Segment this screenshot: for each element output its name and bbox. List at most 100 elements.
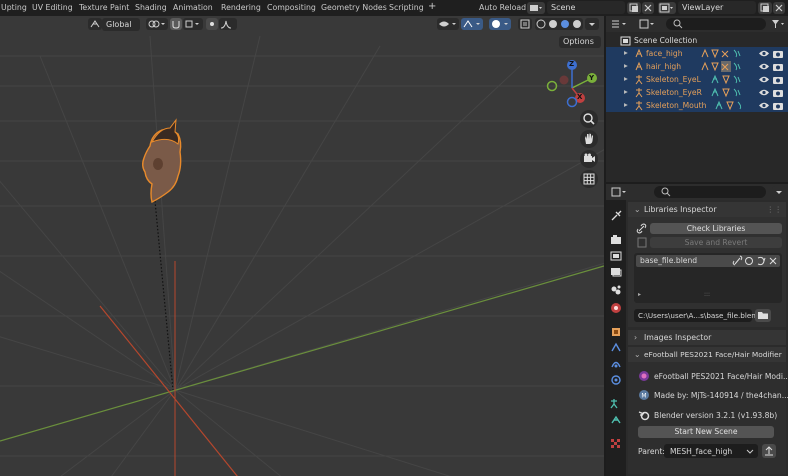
render-tab-icon[interactable] <box>609 234 623 246</box>
view-layer-tab-icon[interactable] <box>609 266 623 278</box>
scene-selector-icon[interactable] <box>527 2 545 14</box>
visibility-dropdown-icon[interactable] <box>437 18 459 30</box>
outliner-item-skeleton-eyel[interactable]: ▸ Skeleton_EyeL <box>606 73 788 86</box>
tool-tab-icon[interactable] <box>609 210 623 222</box>
editor-type-icon[interactable] <box>610 18 628 30</box>
delete-view-layer-icon[interactable] <box>773 2 785 14</box>
chevron-down-icon <box>746 449 754 454</box>
overlay-toggle-icon[interactable] <box>489 18 511 30</box>
armature-icon <box>635 48 643 58</box>
pan-hand-icon[interactable] <box>580 130 598 148</box>
transform-orientation-dropdown[interactable]: Global <box>102 18 140 31</box>
head-mesh[interactable] <box>142 118 182 204</box>
scene-name-field[interactable]: Scene <box>547 1 625 14</box>
filter-icon[interactable] <box>770 18 786 30</box>
start-new-scene-button[interactable]: Start New Scene <box>638 426 774 438</box>
library-actions-icons[interactable] <box>732 255 780 267</box>
search-icon <box>661 187 671 197</box>
properties-editor-type-icon[interactable] <box>610 186 628 198</box>
list-item[interactable]: base_file.blend <box>636 255 780 267</box>
modifier-panel-header[interactable]: ⌄ eFootball PES2021 Face/Hair Modifier <box>628 347 786 362</box>
properties-search-input[interactable] <box>654 186 766 198</box>
top-bar: Upting UV Editing Texture Paint Shading … <box>0 0 788 16</box>
proportional-falloff-icon[interactable] <box>219 18 237 30</box>
expand-arrow-icon: › <box>634 333 638 342</box>
outliner-search-input[interactable] <box>666 18 766 30</box>
world-tab-icon[interactable] <box>609 302 623 314</box>
collapse-arrow-icon: ⌄ <box>634 350 641 359</box>
gizmo-toggle-icon[interactable] <box>461 18 483 30</box>
display-mode-icon[interactable] <box>638 18 656 30</box>
camera-icon[interactable] <box>772 61 784 72</box>
proportional-edit-icon[interactable] <box>206 18 218 30</box>
camera-icon[interactable] <box>772 100 784 111</box>
eye-icon[interactable] <box>758 87 770 98</box>
scene-collection-label: Scene Collection <box>634 36 698 45</box>
snap-target-icon[interactable] <box>183 18 203 30</box>
list-resize-handle-icon[interactable]: ::: <box>704 291 710 298</box>
outliner-item-label: Skeleton_EyeL <box>646 75 701 84</box>
libraries-list: base_file.blend ▸ ::: <box>634 253 782 303</box>
folder-browse-icon[interactable] <box>755 309 771 322</box>
pivot-point-icon[interactable] <box>146 18 168 30</box>
outliner-item-hair-high[interactable]: ▸ hair_high <box>606 60 788 73</box>
shading-options-icon[interactable] <box>585 18 599 30</box>
orientation-icon[interactable] <box>88 18 102 30</box>
eye-icon[interactable] <box>758 74 770 85</box>
camera-icon[interactable] <box>772 87 784 98</box>
libraries-inspector-header[interactable]: ⌄ Libraries Inspector ⋮⋮ <box>628 202 786 217</box>
camera-icon[interactable] <box>772 74 784 85</box>
outliner-item-face-high[interactable]: ▸ face_high <box>606 47 788 60</box>
particles-tab-icon[interactable] <box>609 358 623 370</box>
outliner-item-skeleton-eyer[interactable]: ▸ Skeleton_EyeR <box>606 86 788 99</box>
tab-animation[interactable]: Animation <box>173 2 213 14</box>
ortho-grid-icon[interactable] <box>580 170 598 188</box>
scene-tab-icon[interactable] <box>609 284 623 296</box>
options-dropdown[interactable]: Options <box>559 36 601 48</box>
parent-dropdown[interactable]: MESH_face_high <box>664 444 758 458</box>
3d-viewport[interactable]: Global Options Y Z X <box>0 16 604 476</box>
properties-options-icon[interactable] <box>772 186 786 198</box>
save-and-revert-button[interactable]: Save and Revert <box>650 237 782 248</box>
add-workspace-button[interactable]: + <box>428 1 436 13</box>
view-layer-field[interactable]: ViewLayer <box>678 1 756 14</box>
snap-toggle-icon[interactable] <box>170 18 182 30</box>
tab-rendering[interactable]: Rendering <box>221 2 261 14</box>
constraints-tab-icon[interactable] <box>609 398 623 410</box>
physics-tab-icon[interactable] <box>609 374 623 386</box>
delete-scene-icon[interactable] <box>642 2 654 14</box>
scene-collection-row[interactable]: Scene Collection <box>606 34 788 47</box>
tab-shading[interactable]: Shading <box>135 2 167 14</box>
parent-up-arrow-icon[interactable] <box>762 444 776 458</box>
new-view-layer-icon[interactable] <box>758 2 772 14</box>
xray-toggle-icon[interactable] <box>518 18 532 30</box>
check-libraries-button[interactable]: Check Libraries <box>650 223 782 234</box>
outliner-item-skeleton-mouth[interactable]: ▸ Skeleton_Mouth <box>606 99 788 112</box>
images-inspector-header[interactable]: › Images Inspector <box>628 330 786 345</box>
tab-texture-paint[interactable]: Texture Paint <box>79 2 129 14</box>
tab-uv-editing[interactable]: UV Editing <box>32 2 73 14</box>
tab-layout[interactable]: Upting <box>1 2 27 14</box>
auto-reload-label[interactable]: Auto Reload <box>479 2 526 14</box>
parent-value: MESH_face_high <box>670 447 733 456</box>
camera-icon[interactable] <box>772 48 784 59</box>
modifier-icons <box>701 61 741 72</box>
tab-compositing[interactable]: Compositing <box>267 2 316 14</box>
camera-view-icon[interactable] <box>580 150 598 168</box>
tab-scripting[interactable]: Scripting <box>389 2 424 14</box>
eye-icon[interactable] <box>758 48 770 59</box>
view-layer-selector-icon[interactable] <box>658 2 676 14</box>
output-tab-icon[interactable] <box>609 250 623 262</box>
eye-icon[interactable] <box>758 100 770 111</box>
library-path-field[interactable]: C:\Users\user\A...s\base_file.blend <box>634 309 760 322</box>
new-scene-icon[interactable] <box>627 2 641 14</box>
modifier-tab-icon[interactable] <box>609 342 623 354</box>
tab-geometry-nodes[interactable]: Geometry Nodes <box>321 2 387 14</box>
data-tab-icon[interactable] <box>609 414 623 426</box>
libraries-inspector-title: Libraries Inspector <box>644 205 717 214</box>
list-expand-arrow-icon[interactable]: ▸ <box>638 291 641 298</box>
eye-icon[interactable] <box>758 61 770 72</box>
texture-tab-icon[interactable] <box>609 438 623 450</box>
object-tab-icon[interactable] <box>609 326 623 338</box>
zoom-icon[interactable] <box>580 110 598 128</box>
